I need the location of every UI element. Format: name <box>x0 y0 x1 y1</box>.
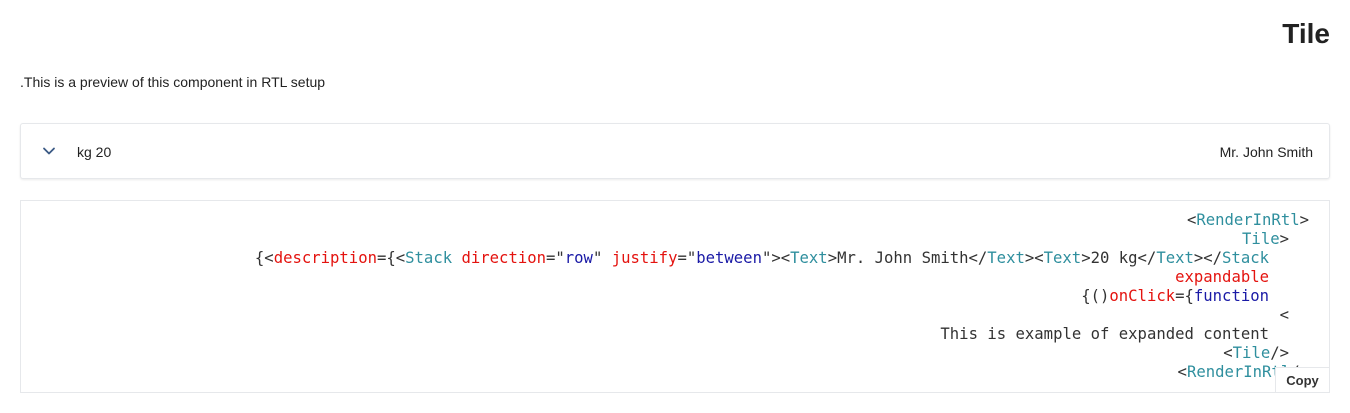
tile-name-text: Mr. John Smith <box>1219 144 1313 160</box>
code-line-1: <RenderInRtl> <box>1186 211 1309 229</box>
code-line-5: {()onClick={function <box>1081 287 1269 305</box>
copy-button[interactable]: Copy <box>1275 367 1329 392</box>
code-line-7: This is example of expanded content <box>940 325 1269 343</box>
code-line-6: < <box>1279 306 1289 324</box>
page-description: .This is a preview of this component in … <box>20 74 326 90</box>
page-title: Tile <box>1282 18 1330 49</box>
expandable-tile[interactable]: kg 20 Mr. John Smith <box>20 123 1330 179</box>
code-line-3: {<description={<Stack direction="row" ju… <box>254 249 1269 267</box>
chevron-down-icon[interactable] <box>41 143 57 159</box>
code-block: <RenderInRtl> Tile> {<description={<Stac… <box>20 200 1330 393</box>
page: Tile .This is a preview of this componen… <box>0 0 1350 413</box>
tile-weight-text: kg 20 <box>77 144 112 160</box>
code-line-4: expandable <box>1175 268 1269 286</box>
code-line-8: <Tile/> <box>1223 344 1289 362</box>
code-line-2: Tile> <box>1242 230 1289 248</box>
